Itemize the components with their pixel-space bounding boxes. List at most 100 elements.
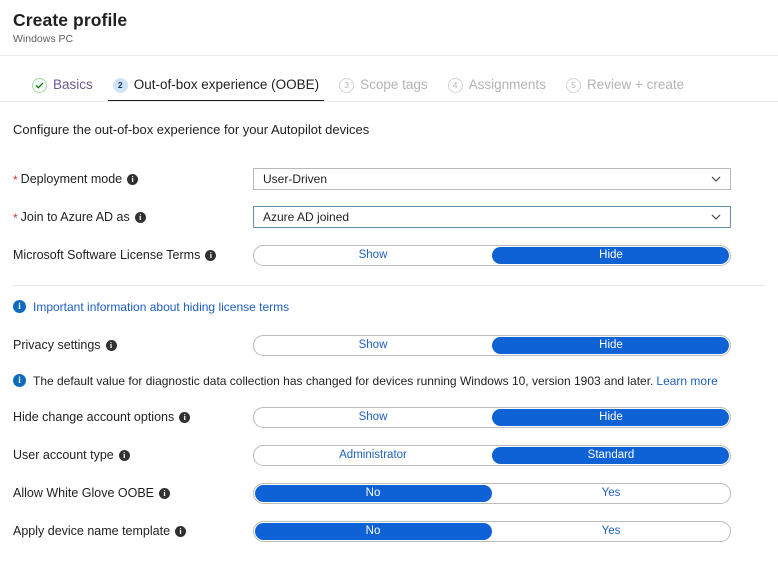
tabs-divider [0,101,778,102]
tab-basics[interactable]: Basics [22,69,103,101]
tab-oobe-label: Out-of-box experience (OOBE) [133,77,320,92]
control-license-terms: Show Hide [253,244,765,266]
hide-change-account-toggle[interactable]: Show Hide [253,406,731,428]
info-tooltip-icon[interactable]: i [175,525,187,537]
privacy-info-bar: i The default value for diagnostic data … [13,373,765,389]
privacy-settings-option-show[interactable]: Show [254,336,492,355]
row-privacy-settings: Privacy settings i Show Hide [13,326,765,364]
oobe-settings-form: * Deployment mode i User-Driven * Join t… [13,160,765,274]
wizard-steps-bar: Basics 2 Out-of-box experience (OOBE) 3 … [0,69,778,102]
hide-change-account-option-hide[interactable]: Hide [492,408,730,427]
tab-assignments[interactable]: 4 Assignments [438,69,556,101]
label-license-terms: Microsoft Software License Terms i [13,247,253,263]
label-hide-change-account: Hide change account options i [13,409,253,425]
info-tooltip-icon[interactable]: i [159,487,171,499]
step-number-badge: 3 [339,77,355,93]
privacy-settings-toggle[interactable]: Show Hide [253,334,731,356]
device-name-template-option-yes[interactable]: Yes [492,522,730,541]
wizard-steps: Basics 2 Out-of-box experience (OOBE) 3 … [0,69,778,102]
control-join-azure-ad: Azure AD joined [253,206,765,228]
tab-review-create-label: Review + create [586,77,685,92]
label-text: User account type [13,448,114,462]
control-privacy-settings: Show Hide [253,334,765,356]
label-text: Hide change account options [13,410,175,424]
step-number-badge: 5 [565,77,581,93]
deployment-mode-dropdown[interactable]: User-Driven [253,168,731,190]
info-tooltip-icon[interactable]: i [127,173,139,185]
license-terms-option-show[interactable]: Show [254,246,492,265]
label-text: Microsoft Software License Terms [13,248,201,262]
label-white-glove-oobe: Allow White Glove OOBE i [13,485,253,501]
label-privacy-settings: Privacy settings i [13,337,253,353]
user-account-type-option-administrator[interactable]: Administrator [254,446,492,465]
tab-oobe[interactable]: 2 Out-of-box experience (OOBE) [103,69,329,102]
license-info-bar: i Important information about hiding lic… [13,299,765,315]
label-device-name-template: Apply device name template i [13,523,253,539]
hide-change-account-option-show[interactable]: Show [254,408,492,427]
tab-scope-tags-label: Scope tags [360,77,428,92]
user-account-type-toggle[interactable]: Administrator Standard [253,444,731,466]
row-user-account-type: User account type i Administrator Standa… [13,436,765,474]
intro-text: Configure the out-of-box experience for … [13,122,370,137]
label-deployment-mode: * Deployment mode i [13,171,253,187]
label-text: Join to Azure AD as [20,210,130,224]
join-azure-ad-dropdown[interactable]: Azure AD joined [253,206,731,228]
label-text: Privacy settings [13,338,101,352]
page-header: Create profile Windows PC [0,0,778,46]
privacy-info-text: The default value for diagnostic data co… [33,373,718,389]
oobe-settings-form-lower: Hide change account options i Show Hide … [13,398,765,550]
check-icon [32,77,47,93]
info-icon: i [13,374,26,387]
license-terms-option-hide[interactable]: Hide [492,246,730,265]
tab-review-create[interactable]: 5 Review + create [556,69,694,101]
learn-more-link[interactable]: Learn more [656,374,717,388]
required-marker: * [13,173,18,187]
page-title: Create profile [13,10,128,30]
label-user-account-type: User account type i [13,447,253,463]
row-license-terms: Microsoft Software License Terms i Show … [13,236,765,274]
join-azure-ad-value: Azure AD joined [263,210,350,224]
info-icon: i [13,300,26,313]
white-glove-oobe-option-no[interactable]: No [254,484,492,503]
control-hide-change-account: Show Hide [253,406,765,428]
deployment-mode-value: User-Driven [263,172,328,186]
control-device-name-template: No Yes [253,520,765,542]
chevron-down-icon [710,211,722,223]
white-glove-oobe-option-yes[interactable]: Yes [492,484,730,503]
chevron-down-icon [710,173,722,185]
label-text: Allow White Glove OOBE [13,486,155,500]
row-white-glove-oobe: Allow White Glove OOBE i No Yes [13,474,765,512]
step-number-badge: 4 [447,77,463,93]
header-divider [0,55,778,56]
license-terms-toggle[interactable]: Show Hide [253,244,731,266]
label-join-azure-ad: * Join to Azure AD as i [13,209,253,225]
license-info-link[interactable]: Important information about hiding licen… [33,299,289,315]
tab-assignments-label: Assignments [468,77,546,92]
license-info-divider [13,285,765,286]
row-join-azure-ad: * Join to Azure AD as i Azure AD joined [13,198,765,236]
label-text: Deployment mode [20,172,123,186]
tab-basics-label: Basics [53,77,93,92]
label-text: Apply device name template [13,524,171,538]
device-name-template-toggle[interactable]: No Yes [253,520,731,542]
form-content: Configure the out-of-box experience for … [0,121,778,550]
info-tooltip-icon[interactable]: i [179,411,191,423]
control-user-account-type: Administrator Standard [253,444,765,466]
required-marker: * [13,211,18,225]
privacy-settings-option-hide[interactable]: Hide [492,336,730,355]
row-hide-change-account: Hide change account options i Show Hide [13,398,765,436]
info-tooltip-icon[interactable]: i [205,249,217,261]
device-name-template-option-no[interactable]: No [254,522,492,541]
info-tooltip-icon[interactable]: i [134,211,146,223]
privacy-info-message: The default value for diagnostic data co… [33,374,654,388]
tab-scope-tags[interactable]: 3 Scope tags [329,69,438,101]
page-subtitle: Windows PC [13,33,74,45]
info-tooltip-icon[interactable]: i [118,449,130,461]
row-deployment-mode: * Deployment mode i User-Driven [13,160,765,198]
step-number-badge: 2 [112,77,128,93]
control-white-glove-oobe: No Yes [253,482,765,504]
user-account-type-option-standard[interactable]: Standard [492,446,730,465]
row-device-name-template: Apply device name template i No Yes [13,512,765,550]
white-glove-oobe-toggle[interactable]: No Yes [253,482,731,504]
info-tooltip-icon[interactable]: i [105,339,117,351]
